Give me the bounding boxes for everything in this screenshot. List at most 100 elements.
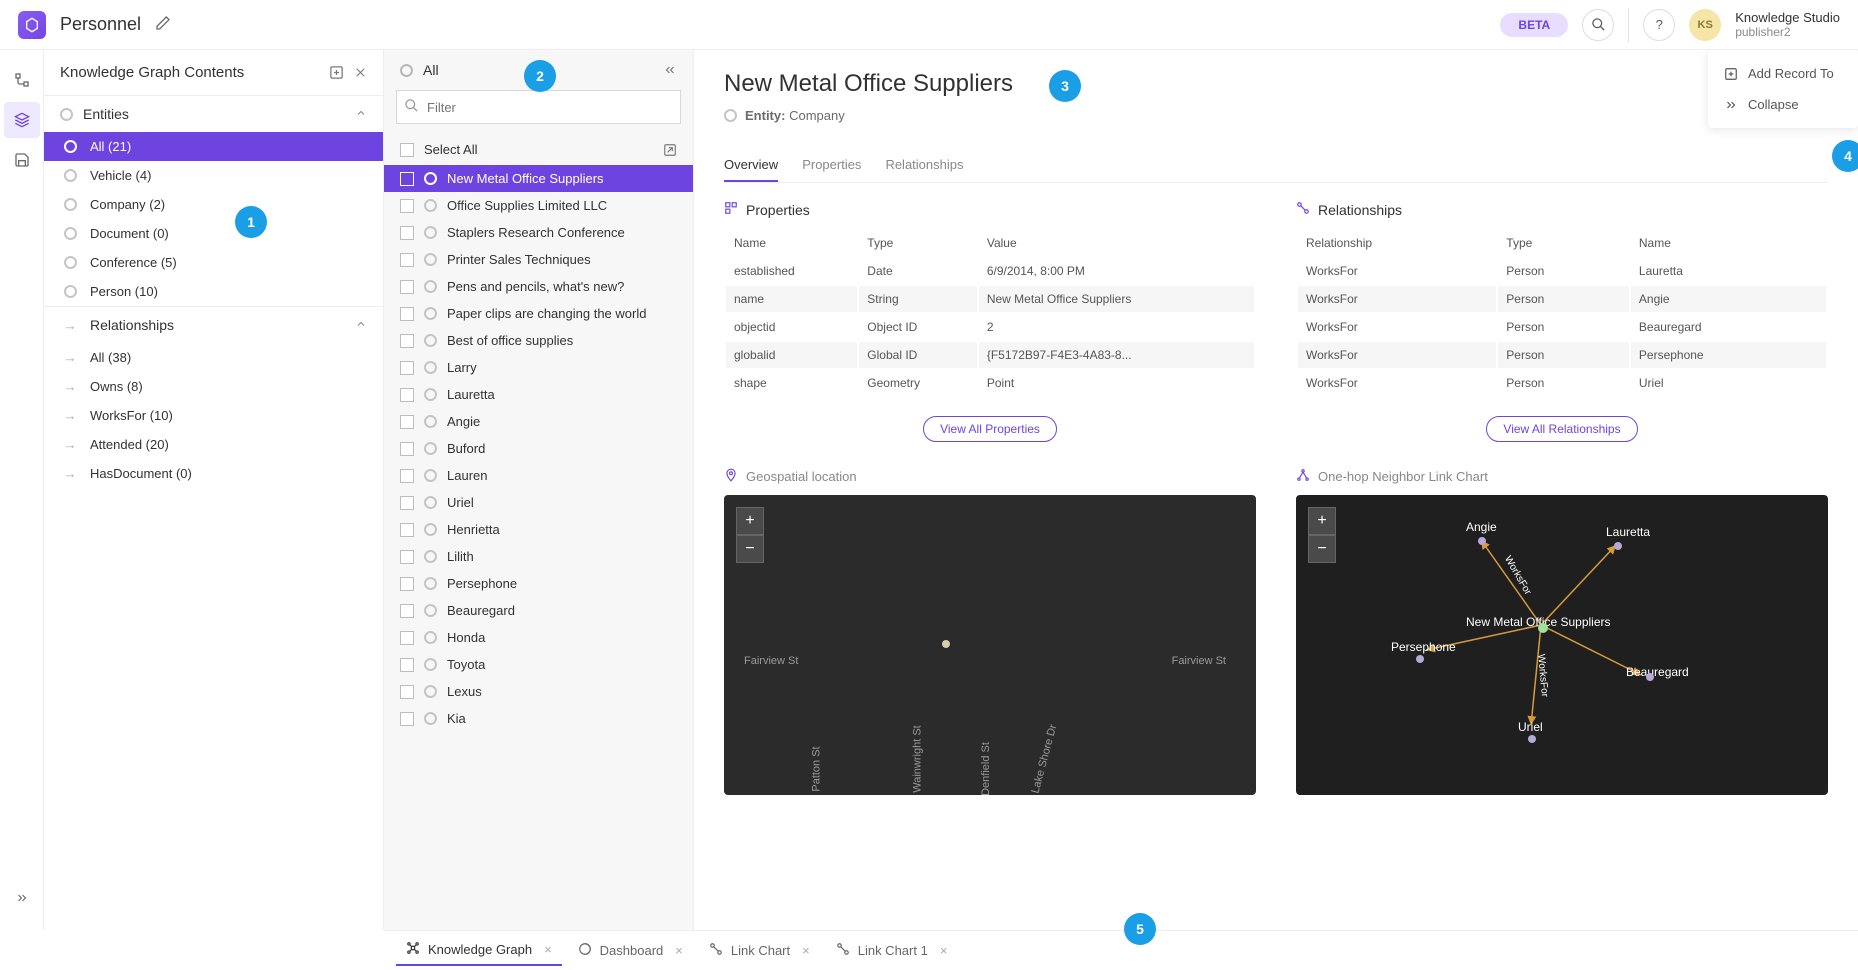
item-checkbox[interactable] — [400, 415, 414, 429]
entity-item[interactable]: Document (0) — [44, 219, 383, 248]
item-checkbox[interactable] — [400, 226, 414, 240]
item-checkbox[interactable] — [400, 388, 414, 402]
zoom-in-button[interactable]: + — [1308, 507, 1336, 535]
close-panel-icon[interactable] — [354, 66, 367, 79]
tab-properties[interactable]: Properties — [802, 149, 861, 182]
list-item[interactable]: New Metal Office Suppliers — [384, 165, 693, 192]
relationship-item[interactable]: →HasDocument (0) — [44, 459, 383, 488]
entity-item[interactable]: Company (2) — [44, 190, 383, 219]
item-checkbox[interactable] — [400, 550, 414, 564]
zoom-out-button[interactable]: − — [1308, 535, 1336, 563]
list-item[interactable]: Pens and pencils, what's new? — [384, 273, 693, 300]
relationship-item[interactable]: →WorksFor (10) — [44, 401, 383, 430]
item-checkbox[interactable] — [400, 442, 414, 456]
list-item[interactable]: Buford — [384, 435, 693, 462]
list-item[interactable]: Staplers Research Conference — [384, 219, 693, 246]
item-checkbox[interactable] — [400, 469, 414, 483]
link-chart[interactable]: +− New Metal Office Suppliers Angie — [1296, 495, 1828, 795]
list-item[interactable]: Lilith — [384, 543, 693, 570]
entity-item[interactable]: Conference (5) — [44, 248, 383, 277]
zoom-out-button[interactable]: − — [736, 535, 764, 563]
zoom-in-button[interactable]: + — [736, 507, 764, 535]
close-tab-icon[interactable]: × — [675, 943, 683, 958]
item-checkbox[interactable] — [400, 685, 414, 699]
select-all-row[interactable]: Select All — [384, 134, 693, 165]
list-item[interactable]: Kia — [384, 705, 693, 732]
list-item[interactable]: Honda — [384, 624, 693, 651]
item-checkbox[interactable] — [400, 307, 414, 321]
list-item[interactable]: Persephone — [384, 570, 693, 597]
filter-input[interactable] — [396, 90, 681, 124]
item-checkbox[interactable] — [400, 658, 414, 672]
user-info: Knowledge Studio publisher2 — [1735, 10, 1840, 40]
relationship-item[interactable]: →All (38) — [44, 343, 383, 372]
list-item[interactable]: Best of office supplies — [384, 327, 693, 354]
user-avatar[interactable]: KS — [1689, 9, 1721, 41]
entity-item[interactable]: Person (10) — [44, 277, 383, 306]
item-checkbox[interactable] — [400, 199, 414, 213]
contents-panel: Knowledge Graph Contents Entities All (2… — [44, 50, 384, 930]
item-checkbox[interactable] — [400, 577, 414, 591]
app-logo-icon — [18, 11, 46, 39]
list-item[interactable]: Lexus — [384, 678, 693, 705]
graph-icon — [1296, 468, 1310, 485]
add-record-button[interactable]: Add Record To — [1708, 58, 1858, 89]
collapse-button[interactable]: Collapse — [1708, 89, 1858, 120]
bottom-tab[interactable]: Knowledge Graph× — [396, 935, 562, 966]
close-tab-icon[interactable]: × — [940, 943, 948, 958]
geospatial-map[interactable]: +− Fairview St Fairview St Patton St Wai… — [724, 495, 1256, 795]
close-tab-icon[interactable]: × — [544, 942, 552, 957]
item-checkbox[interactable] — [400, 334, 414, 348]
item-checkbox[interactable] — [400, 604, 414, 618]
entity-item[interactable]: All (21) — [44, 132, 383, 161]
item-checkbox[interactable] — [400, 712, 414, 726]
table-row: nameStringNew Metal Office Suppliers — [726, 286, 1254, 312]
list-item[interactable]: Paper clips are changing the world — [384, 300, 693, 327]
edit-icon[interactable] — [155, 15, 171, 34]
list-item[interactable]: Larry — [384, 354, 693, 381]
item-checkbox[interactable] — [400, 631, 414, 645]
bottom-tab[interactable]: Link Chart 1× — [826, 935, 958, 966]
item-checkbox[interactable] — [400, 172, 414, 186]
open-external-icon[interactable] — [663, 143, 677, 157]
item-checkbox[interactable] — [400, 280, 414, 294]
view-all-properties-button[interactable]: View All Properties — [923, 416, 1057, 442]
properties-icon — [724, 201, 738, 218]
close-tab-icon[interactable]: × — [802, 943, 810, 958]
list-item[interactable]: Henrietta — [384, 516, 693, 543]
entity-item[interactable]: Vehicle (4) — [44, 161, 383, 190]
entities-section-header[interactable]: Entities — [44, 95, 383, 132]
bottom-tab[interactable]: Link Chart× — [699, 935, 820, 966]
select-all-checkbox[interactable] — [400, 143, 414, 157]
collapse-list-icon[interactable] — [663, 63, 677, 77]
table-row: establishedDate6/9/2014, 8:00 PM — [726, 258, 1254, 284]
list-item[interactable]: Office Supplies Limited LLC — [384, 192, 693, 219]
list-item[interactable]: Lauren — [384, 462, 693, 489]
help-button[interactable]: ? — [1643, 9, 1675, 41]
tab-relationships[interactable]: Relationships — [885, 149, 963, 182]
list-item[interactable]: Toyota — [384, 651, 693, 678]
view-all-relationships-button[interactable]: View All Relationships — [1486, 416, 1637, 442]
item-checkbox[interactable] — [400, 496, 414, 510]
list-item[interactable]: Uriel — [384, 489, 693, 516]
search-button[interactable] — [1582, 9, 1614, 41]
relationships-section-header[interactable]: → Relationships — [44, 306, 383, 343]
relationship-item[interactable]: →Owns (8) — [44, 372, 383, 401]
beta-badge: BETA — [1500, 13, 1568, 37]
bottom-tab[interactable]: Dashboard× — [568, 935, 693, 966]
relationship-item[interactable]: →Attended (20) — [44, 430, 383, 459]
tab-overview[interactable]: Overview — [724, 149, 778, 182]
detail-title: New Metal Office Suppliers — [724, 70, 1828, 98]
list-item[interactable]: Printer Sales Techniques — [384, 246, 693, 273]
rail-save-icon[interactable] — [4, 142, 40, 178]
list-item[interactable]: Beauregard — [384, 597, 693, 624]
new-window-icon[interactable] — [329, 65, 344, 80]
rail-layers-icon[interactable] — [4, 102, 40, 138]
item-checkbox[interactable] — [400, 253, 414, 267]
rail-tree-icon[interactable] — [4, 62, 40, 98]
list-item[interactable]: Lauretta — [384, 381, 693, 408]
item-checkbox[interactable] — [400, 523, 414, 537]
rail-expand-icon[interactable] — [4, 880, 40, 916]
list-item[interactable]: Angie — [384, 408, 693, 435]
item-checkbox[interactable] — [400, 361, 414, 375]
